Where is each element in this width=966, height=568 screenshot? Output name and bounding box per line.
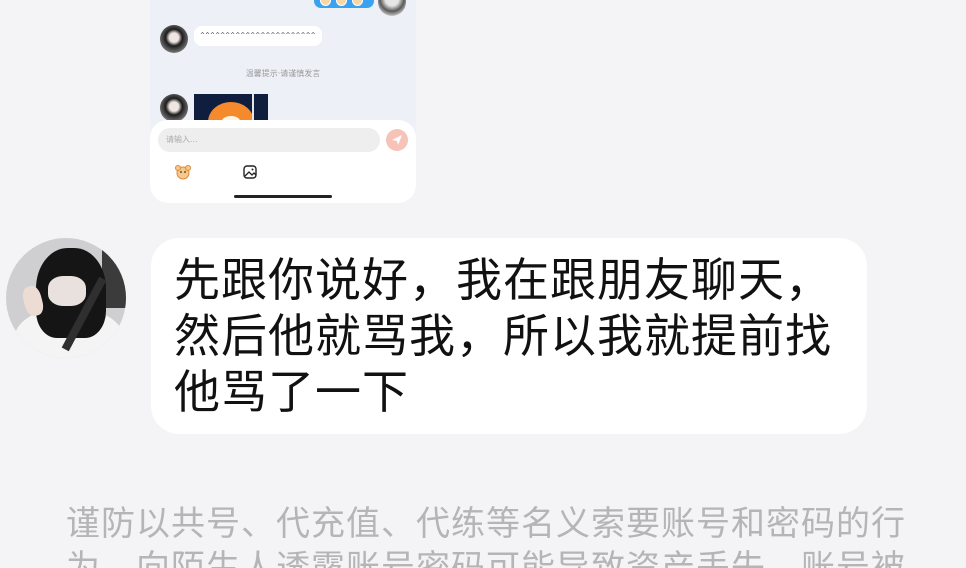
preview-avatar-other xyxy=(160,25,188,53)
safety-warning-text: 谨防以共号、代充值、代练等名义索要账号和密码的行为，向陌生人透露账号密码可能导致… xyxy=(66,504,906,568)
preview-input-panel: 请输入... xyxy=(150,120,416,203)
chat-screenshot-preview[interactable]: ^^^^^^^^^^^^^^^^^^^^^^^ 温馨提示·请谨慎发言 请输入..… xyxy=(150,0,416,203)
gallery-icon[interactable] xyxy=(242,164,258,180)
preview-message-input[interactable]: 请输入... xyxy=(158,128,380,152)
send-button[interactable] xyxy=(386,129,408,151)
avatar[interactable] xyxy=(6,238,126,358)
preview-chat-area: ^^^^^^^^^^^^^^^^^^^^^^^ 温馨提示·请谨慎发言 xyxy=(150,0,416,126)
preview-message-bubble: ^^^^^^^^^^^^^^^^^^^^^^^ xyxy=(194,26,322,46)
message-bubble[interactable]: 先跟你说好，我在跟朋友聊天，然后他就骂我，所以我就提前找他骂了一下 xyxy=(151,238,867,434)
preview-avatar-other xyxy=(160,94,188,122)
home-indicator xyxy=(234,195,332,198)
emoji-icon[interactable] xyxy=(174,164,192,180)
sticker-message-bubble xyxy=(314,0,374,8)
message-text: 先跟你说好，我在跟朋友聊天，然后他就骂我，所以我就提前找他骂了一下 xyxy=(174,253,832,419)
send-icon xyxy=(392,135,402,145)
preview-avatar-self xyxy=(378,0,406,16)
preview-notice: 温馨提示·请谨慎发言 xyxy=(245,69,321,78)
